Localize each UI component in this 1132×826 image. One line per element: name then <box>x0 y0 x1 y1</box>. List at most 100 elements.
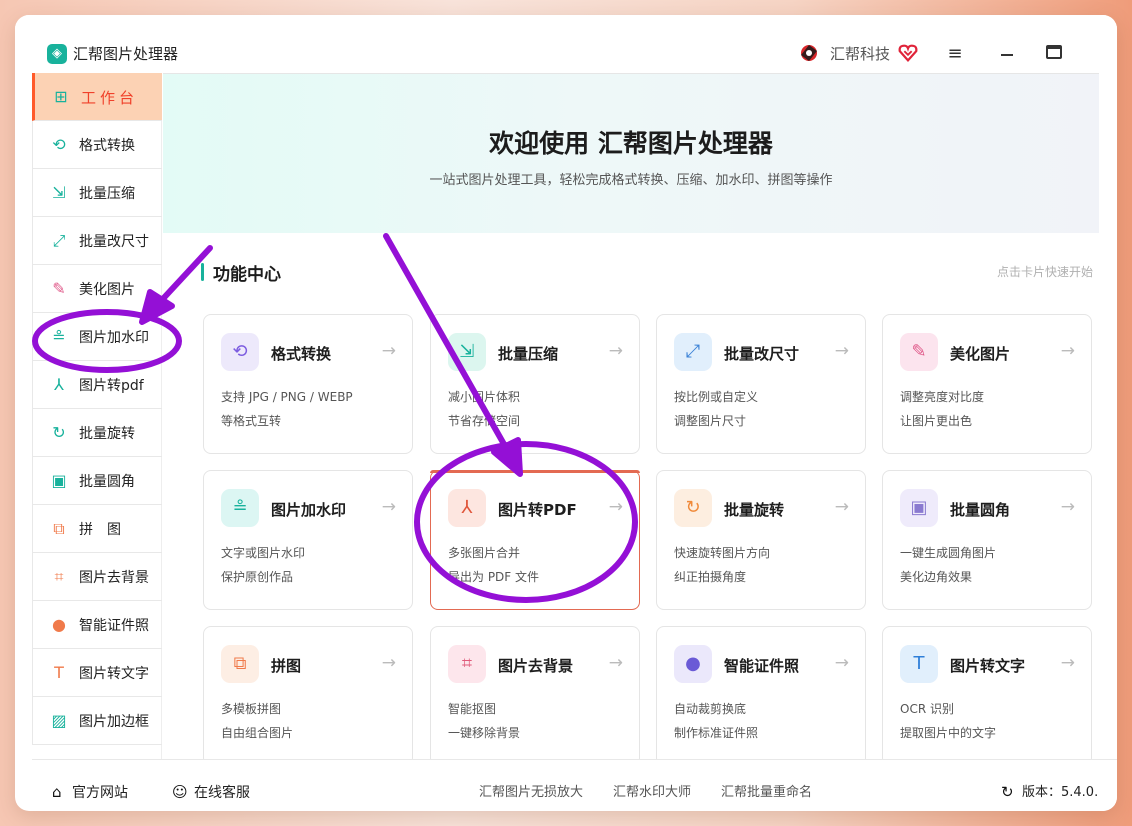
sidebar-item-label: 图片加边框 <box>79 714 149 730</box>
section-title: 功能中心 <box>213 265 281 285</box>
sidebar-item-icon: T <box>54 663 64 682</box>
footer-link-watermark[interactable]: 汇帮水印大师 <box>613 784 691 802</box>
feature-card-desc: 让图片更出色 <box>900 414 973 428</box>
brand-name[interactable]: 汇帮科技 <box>830 44 890 64</box>
arrow-right-icon: → <box>834 653 849 673</box>
sidebar-item-icon: ⊞ <box>54 87 68 106</box>
feature-card-desc: 调整亮度对比度 <box>900 390 985 404</box>
arrow-right-icon: → <box>834 497 849 517</box>
feature-card-title: 图片转PDF <box>498 501 577 519</box>
menu-icon[interactable]: ≡ <box>945 44 965 64</box>
sidebar-item-3[interactable]: ⤢ 批量改尺寸 <box>32 217 162 265</box>
sidebar-item-12[interactable]: T 图片转文字 <box>32 649 162 697</box>
feature-card-desc: 制作标准证件照 <box>674 726 759 740</box>
feature-card-desc: 多张图片合并 <box>448 546 521 560</box>
sidebar-item-label: 美化图片 <box>79 282 135 298</box>
feature-card[interactable]: ✎ 美化图片 → 调整亮度对比度 让图片更出色 <box>882 314 1092 454</box>
footer-link-upscale[interactable]: 汇帮图片无损放大 <box>479 784 583 802</box>
sidebar-item-9[interactable]: ⧉ 拼 图 <box>32 505 162 553</box>
sidebar-item-4[interactable]: ✎ 美化图片 <box>32 265 162 313</box>
feature-card-icon: ⧉ <box>221 645 259 683</box>
feature-card[interactable]: ↻ 批量旋转 → 快速旋转图片方向 纠正拍摄角度 <box>656 470 866 610</box>
feature-card-title: 批量圆角 <box>950 501 1011 519</box>
sidebar-item-13[interactable]: ▨ 图片加边框 <box>32 697 162 745</box>
feature-card-icon: T <box>900 645 938 683</box>
vip-heart-icon[interactable] <box>897 42 919 64</box>
sidebar-item-label: 格式转换 <box>79 138 135 154</box>
feature-card-title: 拼图 <box>271 657 302 675</box>
feature-card-icon: ● <box>674 645 712 683</box>
version-label: 版本：5.4.0. <box>1022 785 1099 800</box>
footer-bar: ⌂ 官方网站 ☺ 在线客服 汇帮图片无损放大 汇帮水印大师 汇帮批量重命名 ↻ … <box>32 759 1117 811</box>
section-accent-bar <box>201 263 204 281</box>
sidebar-item-icon: ≗ <box>52 327 66 346</box>
feature-card-desc: 自由组合图片 <box>221 726 294 740</box>
feature-card-desc: 快速旋转图片方向 <box>674 546 771 560</box>
feature-card-desc: 美化边角效果 <box>900 570 973 584</box>
brand-logo-icon[interactable] <box>797 41 821 65</box>
sidebar-item-icon: ▨ <box>51 711 67 730</box>
sidebar-item-icon: ✎ <box>52 279 66 298</box>
sidebar-item-5[interactable]: ≗ 图片加水印 <box>32 313 162 361</box>
sidebar-item-icon: ⧉ <box>53 519 65 538</box>
feature-card-desc: OCR 识别 <box>900 702 954 716</box>
arrow-right-icon: → <box>608 341 623 361</box>
sidebar-item-icon: ↻ <box>52 423 66 442</box>
sidebar: ⊞ 工作台 ⟲ 格式转换 ⇲ 批量压缩 ⤢ 批量改尺寸 ✎ 美化图片 ≗ 图片加水印 ⅄ 图片转pdf ↻ 批… <box>32 73 162 759</box>
arrow-right-icon: → <box>1060 341 1075 361</box>
sidebar-item-label: 图片转文字 <box>79 666 149 682</box>
maximize-icon[interactable] <box>1046 45 1062 59</box>
sidebar-item-label: 批量圆角 <box>79 474 135 490</box>
app-window: ◈ 汇帮图片处理器 汇帮科技 ≡ ⊞ 工作台 ⟲ 格式转换 ⇲ 批量压缩 ⤢ 批量改尺寸 ✎ 美化… <box>15 15 1117 811</box>
arrow-right-icon: → <box>381 341 396 361</box>
sidebar-item-8[interactable]: ▣ 批量圆角 <box>32 457 162 505</box>
feature-card[interactable]: T 图片转文字 → OCR 识别提取图片中的文字 <box>882 626 1092 766</box>
feature-card-desc: 智能抠图 <box>448 702 497 716</box>
feature-card-desc: 导出为 PDF 文件 <box>448 570 540 584</box>
sidebar-item-1[interactable]: ⟲ 格式转换 <box>32 121 162 169</box>
feature-card-desc: 一键生成圆角图片 <box>900 546 997 560</box>
feature-card[interactable]: ▣ 批量圆角 → 一键生成圆角图片 美化边角效果 <box>882 470 1092 610</box>
feature-card-desc: 提取图片中的文字 <box>900 726 997 740</box>
customer-service-icon[interactable]: ☺ <box>172 783 188 801</box>
arrow-right-icon: → <box>1060 653 1075 673</box>
feature-card[interactable]: ⅄ 图片转PDF → 多张图片合并导出为 PDF 文件 <box>430 470 640 610</box>
feature-card-title: 智能证件照 <box>724 657 800 675</box>
arrow-right-icon: → <box>608 497 623 517</box>
feature-card[interactable]: ● 智能证件照 → 自动裁剪换底 制作标准证件照 <box>656 626 866 766</box>
sidebar-item-label: 工作台 <box>81 89 139 107</box>
feature-card-desc: 减小图片体积 <box>448 390 521 404</box>
feature-card-icon: ⟲ <box>221 333 259 371</box>
feature-card-icon: ⅄ <box>448 489 486 527</box>
feature-card[interactable]: ≗ 图片加水印 → 文字或图片水印 保护原创作品 <box>203 470 413 610</box>
footer-link-rename[interactable]: 汇帮批量重命名 <box>721 784 812 802</box>
feature-card-icon: ≗ <box>221 489 259 527</box>
feature-card-desc: 文字或图片水印 <box>221 546 306 560</box>
sidebar-item-2[interactable]: ⇲ 批量压缩 <box>32 169 162 217</box>
arrow-right-icon: → <box>1060 497 1075 517</box>
feature-card[interactable]: ⤢ 批量改尺寸 → 按比例或自定义 调整图片尺寸 <box>656 314 866 454</box>
sidebar-item-6[interactable]: ⅄ 图片转pdf <box>32 361 162 409</box>
home-icon[interactable]: ⌂ <box>52 783 62 801</box>
feature-card-icon: ⌗ <box>448 645 486 683</box>
feature-card[interactable]: ⟲ 格式转换 → 支持 JPG / PNG / WEBP 等格式互转 <box>203 314 413 454</box>
feature-card[interactable]: ⧉ 拼图 → 多模板拼图 自由组合图片 <box>203 626 413 766</box>
minimize-icon[interactable] <box>997 44 1017 64</box>
sidebar-item-7[interactable]: ↻ 批量旋转 <box>32 409 162 457</box>
arrow-right-icon: → <box>381 497 396 517</box>
feature-card[interactable]: ⇲ 批量压缩 → 减小图片体积 节省存储空间 <box>430 314 640 454</box>
refresh-icon[interactable]: ↻ <box>1001 783 1014 801</box>
sidebar-item-10[interactable]: ⌗ 图片去背景 <box>32 553 162 601</box>
feature-card-desc: 支持 JPG / PNG / WEBP <box>221 390 353 404</box>
sidebar-item-label: 批量改尺寸 <box>79 234 149 250</box>
feature-card-title: 图片转文字 <box>950 657 1026 675</box>
sidebar-item-0[interactable]: ⊞ 工作台 <box>32 73 162 121</box>
sidebar-item-11[interactable]: ● 智能证件照 <box>32 601 162 649</box>
app-title: 汇帮图片处理器 <box>73 45 179 63</box>
sidebar-item-label: 图片去背景 <box>79 570 149 586</box>
arrow-right-icon: → <box>834 341 849 361</box>
feature-card[interactable]: ⌗ 图片去背景 → 智能抠图 一键移除背景 <box>430 626 640 766</box>
sidebar-item-label: 智能证件照 <box>79 618 149 634</box>
online-service-link[interactable]: 在线客服 <box>194 784 250 802</box>
official-site-link[interactable]: 官方网站 <box>72 784 128 802</box>
